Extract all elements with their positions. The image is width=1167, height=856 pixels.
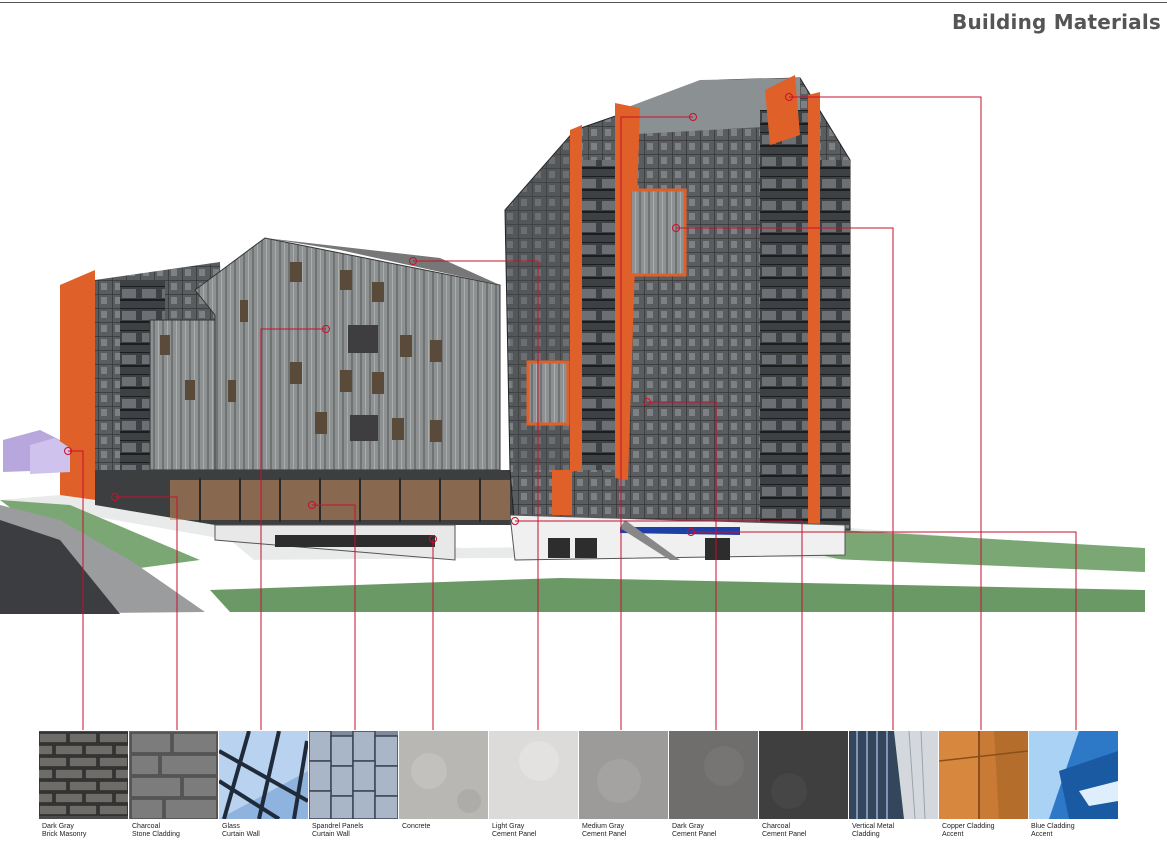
material-label: Charcoal Cement Panel xyxy=(762,823,807,838)
swatch-dark-gray-cement xyxy=(669,731,758,819)
swatch-concrete xyxy=(399,731,488,819)
swatch-charcoal-stone xyxy=(129,731,218,819)
swatch-dark-gray-brick xyxy=(39,731,128,819)
material-label: Concrete xyxy=(402,823,431,830)
material-label: Blue Cladding Accent xyxy=(1031,823,1075,838)
swatch-copper-cladding xyxy=(939,731,1028,819)
material-label: Glass Curtain Wall xyxy=(222,823,260,838)
swatch-glass-curtain-wall xyxy=(219,731,308,819)
material-label: Spandrel Panels Curtain Wall xyxy=(312,823,364,838)
swatch-medium-gray-cement xyxy=(579,731,668,819)
material-label: Charcoal Stone Cladding xyxy=(132,823,180,838)
material-label: Dark Gray Cement Panel xyxy=(672,823,717,838)
swatch-charcoal-cement xyxy=(759,731,848,819)
building-rendering xyxy=(0,75,1145,730)
swatch-spandrel-panels xyxy=(309,731,398,819)
material-label: Medium Gray Cement Panel xyxy=(582,823,627,838)
material-label: Dark Gray Brick Masonry xyxy=(42,823,87,838)
swatch-vertical-metal xyxy=(849,731,938,819)
swatch-blue-cladding xyxy=(1029,731,1118,819)
material-label: Vertical Metal Cladding xyxy=(852,823,895,838)
swatch-light-gray-cement xyxy=(489,731,578,819)
material-label: Light Gray Cement Panel xyxy=(492,823,537,838)
material-label: Copper Cladding Accent xyxy=(942,823,995,838)
